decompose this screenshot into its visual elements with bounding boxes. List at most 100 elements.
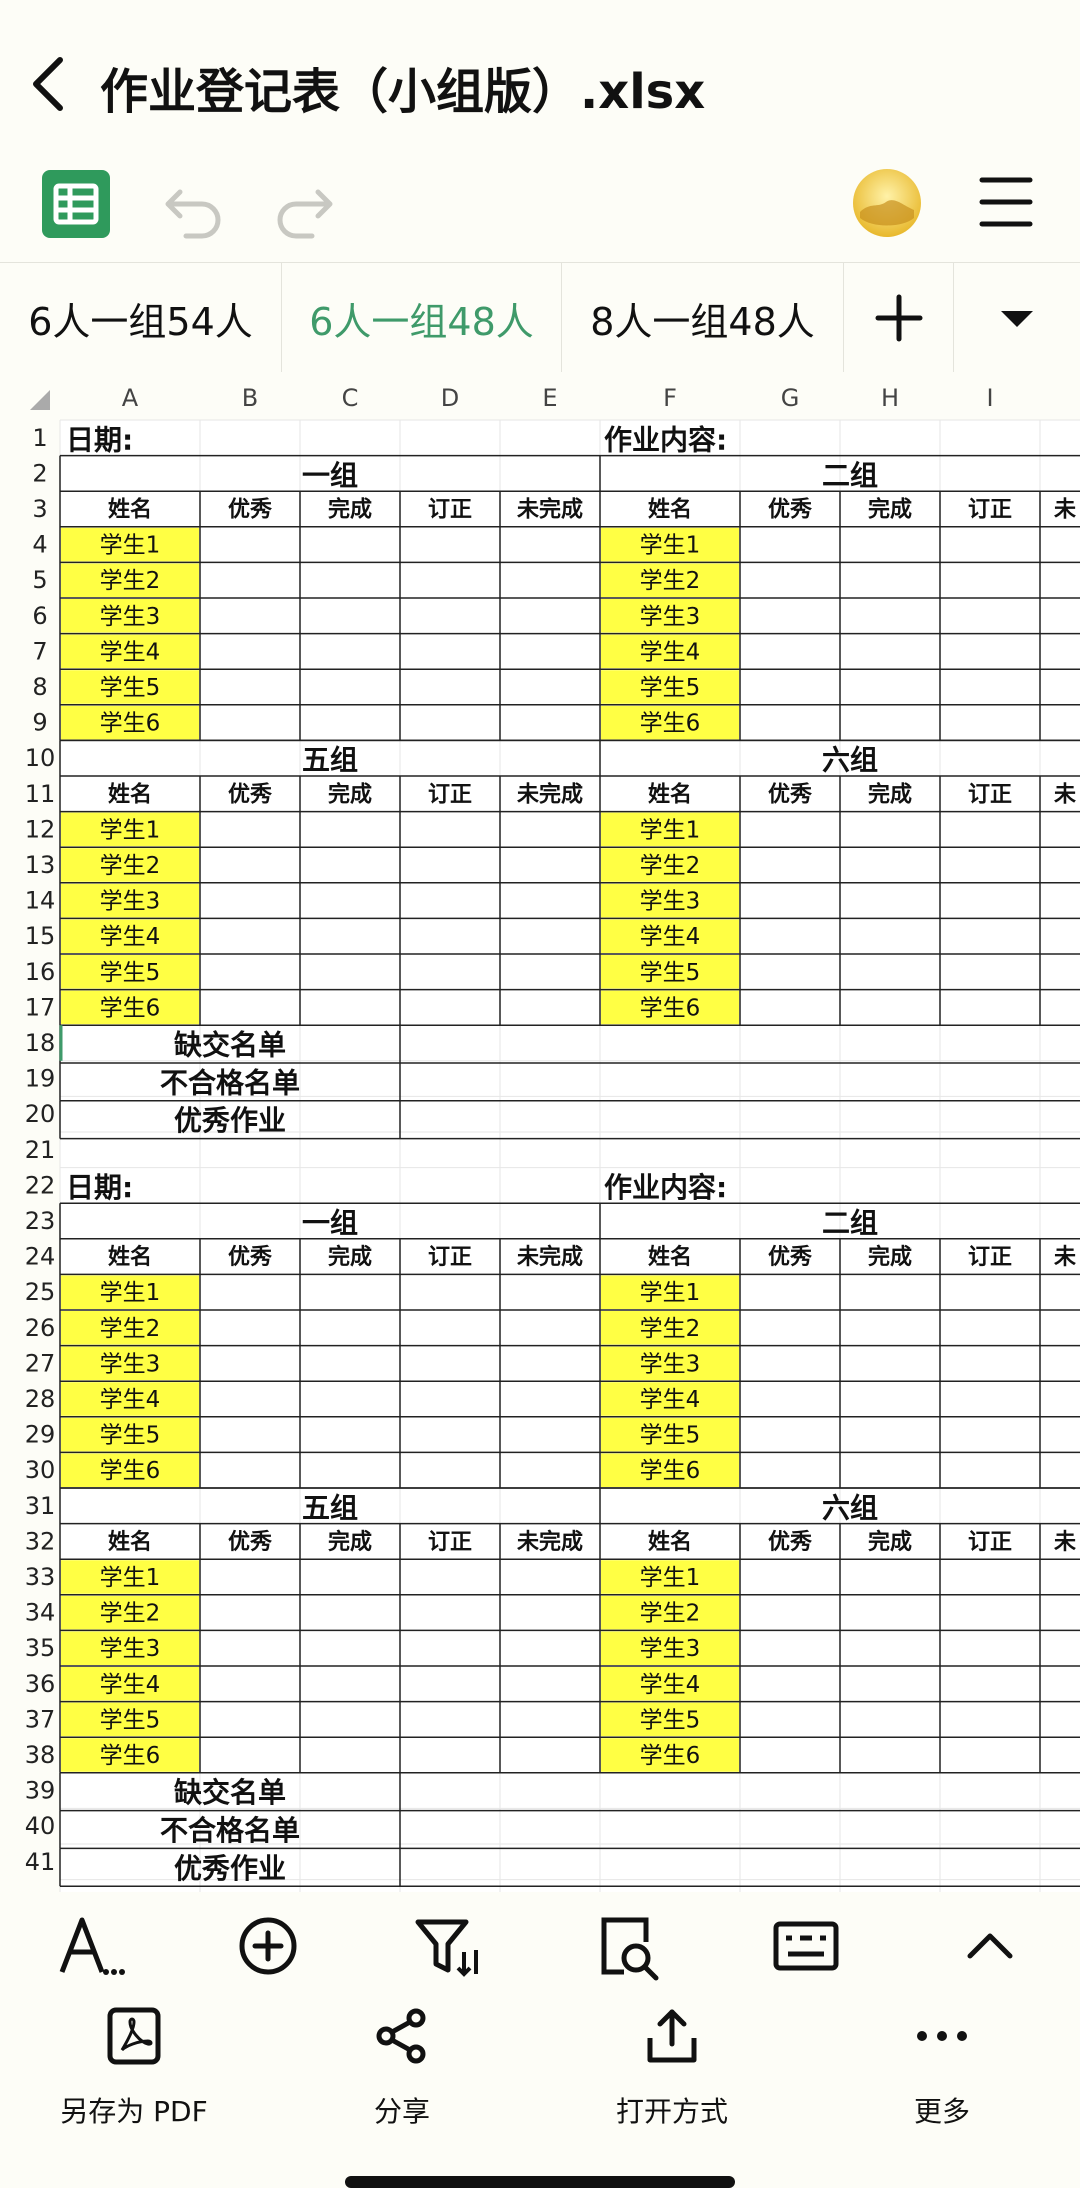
redo-icon (277, 189, 333, 239)
student-name: 学生5 (100, 960, 161, 986)
student-name: 学生5 (100, 1423, 161, 1449)
student-name: 学生3 (640, 1351, 701, 1377)
column-header-F: F (663, 384, 677, 412)
table-header: 姓名 (648, 1529, 692, 1555)
keyboard-button[interactable] (766, 1906, 846, 1986)
summary-label: 不合格名单 (160, 1066, 300, 1099)
row-header-24: 24 (25, 1243, 56, 1271)
table-header: 姓名 (648, 781, 692, 807)
table-header: 优秀 (228, 1244, 272, 1270)
home-indicator (345, 2176, 735, 2188)
student-name: 学生6 (640, 1458, 701, 1484)
upload-icon (647, 2009, 697, 2063)
spreadsheet-grid[interactable]: A B C D E F G H I 1 2 3 4 5 6 7 8 9 10 11 12 13 14 15 16 17 18 19 20… (0, 372, 1080, 1892)
student-name: 学生6 (100, 1743, 161, 1769)
share-button[interactable]: 分享 (302, 2006, 502, 2128)
student-name: 学生5 (100, 675, 161, 701)
undo-button[interactable] (160, 170, 230, 240)
sheet-tab-1[interactable]: 6人一组54人 (0, 263, 282, 373)
column-header-I: I (986, 384, 993, 412)
student-name: 学生5 (640, 1707, 701, 1733)
row-header-19: 19 (25, 1065, 56, 1093)
row-header-8: 8 (32, 673, 47, 701)
summary-label: 不合格名单 (160, 1814, 300, 1847)
row-header-37: 37 (25, 1705, 56, 1733)
row-header-7: 7 (32, 637, 47, 665)
date-label: 日期: (66, 1171, 133, 1204)
student-name: 学生2 (640, 1601, 701, 1627)
row-header-17: 17 (25, 993, 56, 1021)
sheet-canvas[interactable]: A B C D E F G H I1234567891011121314151617181920… (0, 372, 1080, 1892)
group-title: 六组 (822, 744, 878, 777)
table-header: 订正 (968, 782, 1012, 807)
open-with-button[interactable]: 打开方式 (572, 2006, 772, 2128)
table-header: 订正 (428, 498, 472, 523)
student-name: 学生6 (100, 1458, 161, 1484)
table-header: 订正 (968, 498, 1012, 523)
student-name: 学生1 (640, 1280, 701, 1306)
student-name: 学生1 (100, 1280, 161, 1306)
table-header: 优秀 (768, 1529, 812, 1555)
more-button[interactable]: 更多 (842, 2006, 1042, 2128)
column-header-band (0, 372, 1080, 420)
table-header: 姓名 (108, 781, 152, 807)
column-header-D: D (441, 384, 459, 412)
row-header-33: 33 (25, 1563, 56, 1591)
row-header-1: 1 (32, 424, 47, 452)
student-name: 学生3 (100, 889, 161, 915)
back-button[interactable] (22, 48, 82, 118)
student-name: 学生4 (640, 639, 701, 665)
redo-button[interactable] (268, 170, 338, 240)
group-title: 二组 (822, 459, 878, 492)
student-name: 学生6 (640, 1743, 701, 1769)
avatar[interactable] (852, 168, 922, 238)
sheet-tab-3[interactable]: 8人一组48人 (562, 263, 844, 373)
sheets-app-button[interactable] (42, 170, 110, 238)
text-format-icon (59, 1917, 125, 1975)
expand-button[interactable] (950, 1906, 1030, 1986)
table-header: 优秀 (768, 497, 812, 523)
group-title: 二组 (822, 1207, 878, 1240)
student-name: 学生6 (100, 995, 161, 1021)
student-name: 学生3 (100, 1636, 161, 1662)
student-name: 学生1 (640, 1565, 701, 1591)
table-header: 订正 (428, 1530, 472, 1555)
filter-sort-button[interactable] (408, 1906, 488, 1986)
row-header-32: 32 (25, 1527, 56, 1555)
student-name: 学生4 (100, 1672, 161, 1698)
menu-button[interactable] (976, 172, 1036, 232)
table-header: 姓名 (108, 497, 152, 523)
student-name: 学生4 (640, 1672, 701, 1698)
column-header-H: H (881, 384, 899, 412)
filter-sort-icon (415, 1919, 478, 1977)
toolbar (0, 160, 1080, 262)
text-format-button[interactable] (52, 1906, 132, 1986)
sheet-tab-2[interactable]: 6人一组48人 (282, 263, 562, 373)
row-header-15: 15 (25, 922, 56, 950)
row-header-29: 29 (25, 1421, 56, 1449)
row-header-23: 23 (25, 1207, 56, 1235)
row-header-34: 34 (25, 1599, 56, 1627)
student-name: 学生6 (640, 995, 701, 1021)
group-title: 六组 (822, 1491, 878, 1524)
sheets-app-icon (42, 170, 110, 238)
save-as-pdf-button[interactable]: 另存为 PDF (34, 2006, 234, 2128)
group-title: 五组 (302, 1491, 358, 1524)
sheet-list-button[interactable] (954, 263, 1080, 373)
table-header: 完成 (868, 1529, 912, 1555)
find-button[interactable] (588, 1906, 668, 1986)
open-with-label: 打开方式 (615, 2095, 728, 2128)
row-header-4: 4 (32, 531, 47, 559)
table-header: 订正 (428, 782, 472, 807)
insert-button[interactable] (228, 1906, 308, 1986)
student-name: 学生5 (640, 1423, 701, 1449)
add-sheet-button[interactable] (844, 263, 954, 373)
table-header: 优秀 (228, 1529, 272, 1555)
row-header-38: 38 (25, 1741, 56, 1769)
title-bar: 作业登记表（小组版）.xlsx (0, 0, 1080, 160)
row-header-41: 41 (25, 1848, 56, 1876)
hamburger-menu-icon (979, 177, 1033, 227)
student-name: 学生2 (100, 1316, 161, 1342)
group-title: 一组 (302, 459, 358, 492)
column-header-E: E (542, 384, 557, 412)
